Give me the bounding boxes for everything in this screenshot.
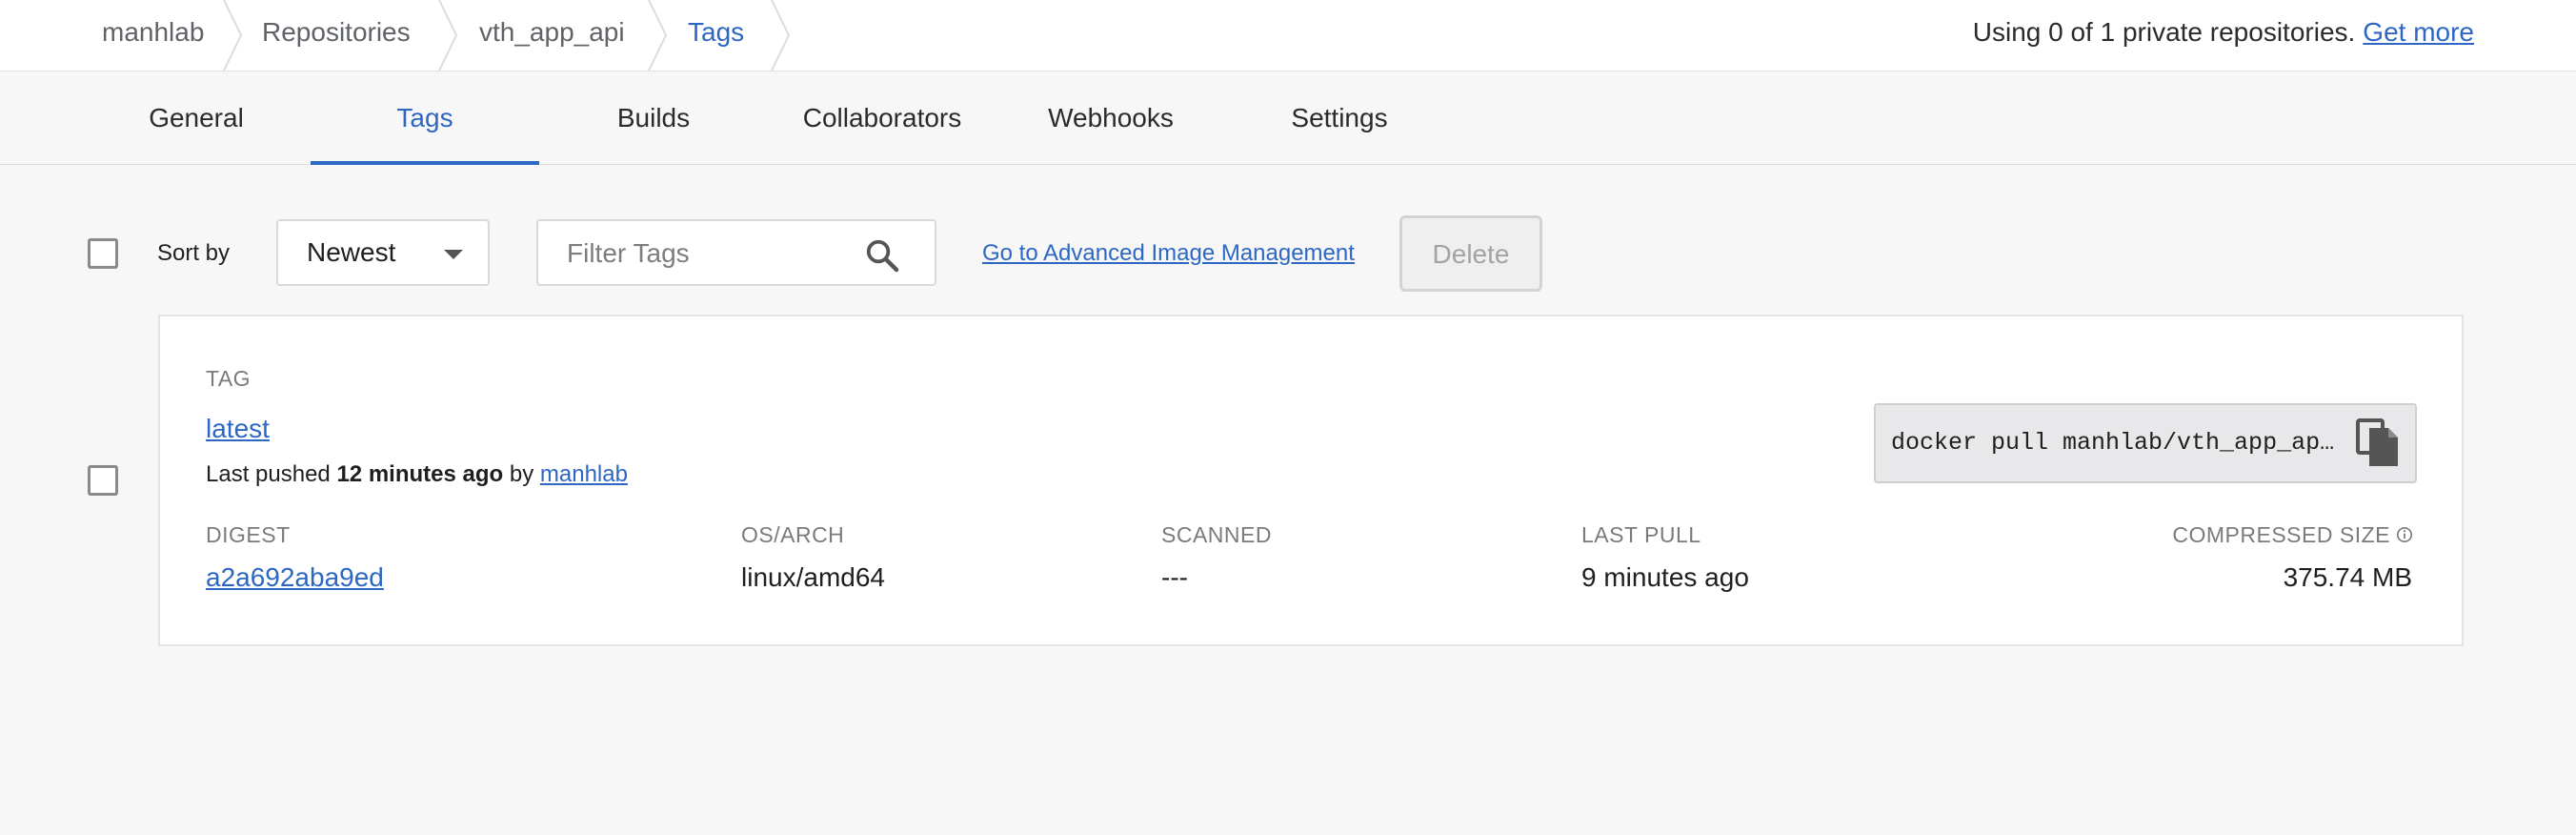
last-pull-label: LAST PULL	[1581, 522, 1701, 547]
breadcrumb-separator	[771, 0, 791, 71]
sort-select[interactable]: Newest	[276, 219, 490, 286]
digest-label: DIGEST	[206, 522, 291, 547]
sort-select-value: Newest	[307, 237, 396, 267]
last-pull-value: 9 minutes ago	[1581, 562, 1749, 592]
breadcrumb-item-repository[interactable]: vth_app_api	[479, 0, 625, 65]
tab-builds[interactable]: Builds	[539, 71, 768, 164]
tag-row-checkbox[interactable]	[88, 465, 118, 496]
get-more-link[interactable]: Get more	[2363, 17, 2474, 47]
digest-link[interactable]: a2a692aba9ed	[206, 562, 384, 593]
delete-button[interactable]: Delete	[1399, 215, 1542, 292]
scanned-value: ---	[1161, 562, 1188, 592]
tab-collaborators[interactable]: Collaborators	[768, 71, 996, 164]
os-arch-value: linux/amd64	[741, 562, 885, 592]
breadcrumb-item-repositories[interactable]: Repositories	[262, 0, 411, 65]
os-arch-label: OS/ARCH	[741, 522, 845, 547]
breadcrumb-separator	[438, 0, 458, 71]
private-repo-usage: Using 0 of 1 private repositories. Get mo…	[1973, 0, 2474, 65]
compressed-size-header: COMPRESSED SIZE	[2172, 522, 2413, 548]
usage-text: Using 0 of 1 private repositories.	[1972, 17, 2356, 47]
tag-card: TAG latest Last pushed 12 minutes ago by…	[158, 315, 2464, 646]
advanced-image-management-link[interactable]: Go to Advanced Image Management	[982, 240, 1355, 267]
pushed-time: 12 minutes ago	[336, 461, 504, 487]
pushed-by-word: by	[509, 461, 534, 487]
tab-webhooks[interactable]: Webhooks	[996, 71, 1225, 164]
tag-heading: TAG	[206, 366, 252, 391]
copy-icon[interactable]	[2356, 418, 2402, 468]
breadcrumb-separator	[223, 0, 243, 71]
pushed-prefix: Last pushed	[206, 461, 331, 487]
docker-pull-command: docker pull manhlab/vth_app_api:latest	[1891, 429, 2348, 457]
repository-tabs: General Tags Builds Collaborators Webhoo…	[0, 71, 2576, 165]
breadcrumb-item-namespace[interactable]: manhlab	[102, 0, 204, 65]
breadcrumb-item-tags[interactable]: Tags	[688, 0, 744, 65]
chevron-down-icon	[444, 250, 463, 259]
tag-name-link[interactable]: latest	[206, 414, 270, 444]
tab-tags[interactable]: Tags	[311, 71, 539, 165]
pushed-by-user-link[interactable]: manhlab	[540, 461, 628, 487]
tab-general[interactable]: General	[82, 71, 311, 164]
compressed-size-label: COMPRESSED SIZE	[2172, 522, 2390, 547]
search-icon[interactable]	[864, 237, 900, 274]
last-pushed-info: Last pushed 12 minutes ago by manhlab	[206, 461, 628, 488]
compressed-size-value: 375.74 MB	[2283, 562, 2412, 592]
top-bar: manhlab Repositories vth_app_api Tags Us…	[0, 0, 2576, 71]
breadcrumb-separator	[648, 0, 668, 71]
sort-by-label: Sort by	[157, 240, 231, 266]
filter-tags-field[interactable]	[536, 219, 936, 286]
tab-settings[interactable]: Settings	[1225, 71, 1454, 164]
docker-pull-command-box: docker pull manhlab/vth_app_api:latest	[1874, 403, 2417, 483]
info-icon[interactable]	[2396, 526, 2413, 543]
filter-tags-input[interactable]	[565, 221, 855, 286]
scanned-label: SCANNED	[1161, 522, 1272, 547]
select-all-checkbox[interactable]	[88, 238, 118, 269]
